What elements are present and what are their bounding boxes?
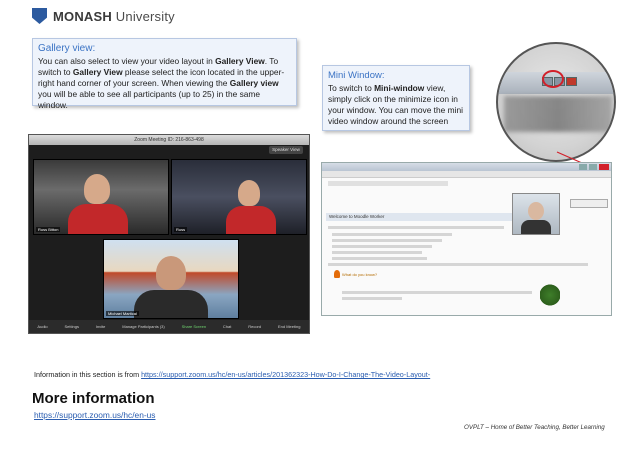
participant-name: Michael Martical <box>106 311 139 316</box>
gallery-callout-text: You can also select to view your video l… <box>38 56 285 110</box>
gallery-view-callout: Gallery view: You can also select to vie… <box>32 38 297 110</box>
zoom-gallery-screenshot: Zoom Meeting ID: 216-863-498 Speaker Vie… <box>28 134 310 334</box>
manage-participants-button[interactable]: Manage Participants (3) <box>122 324 164 329</box>
invite-button[interactable]: Invite <box>96 324 106 329</box>
text-line <box>328 226 504 229</box>
maximize-icon[interactable] <box>589 164 597 170</box>
moodle-welcome-heading: Welcome to Moodle Worker <box>326 213 512 221</box>
moodle-mini-window-screenshot: Welcome to Moodle Worker What do you kno… <box>321 162 612 316</box>
moodle-button[interactable] <box>570 199 608 208</box>
mini-window-callout: Mini Window: To switch to Mini-window vi… <box>322 65 470 131</box>
participant-tile: Russ <box>171 159 307 235</box>
participant-face <box>238 180 260 206</box>
browser-title-bar <box>322 163 611 171</box>
participant-face <box>528 202 544 220</box>
chat-button[interactable]: Chat <box>223 324 231 329</box>
moodle-breadcrumb <box>328 181 448 186</box>
minimize-icon-magnifier <box>496 42 616 162</box>
monash-logo: MONASH University <box>32 6 175 26</box>
participant-face <box>84 174 110 204</box>
participant-tile: Michael Martical <box>103 239 239 319</box>
participant-body <box>521 220 551 234</box>
participant-tile: Russ Bitton <box>33 159 169 235</box>
participant-name: Russ <box>174 227 188 232</box>
text-line <box>342 291 532 294</box>
mini-callout-title: Mini Window: <box>328 70 385 81</box>
logo-text: MONASH University <box>53 8 175 24</box>
share-screen-button[interactable]: Share Screen <box>182 324 206 329</box>
text-line <box>332 233 452 236</box>
participant-shirt <box>134 290 208 318</box>
participant-name: Russ Bitton <box>36 227 61 232</box>
text-line <box>332 245 432 248</box>
end-meeting-button[interactable]: End Meeting <box>278 324 300 329</box>
speaker-view-button[interactable]: Speaker View <box>269 146 303 154</box>
participant-shirt <box>226 206 276 234</box>
source-line: Information in this section is from http… <box>34 370 430 379</box>
text-line <box>332 239 442 242</box>
settings-button[interactable]: Settings <box>65 324 79 329</box>
gallery-callout-title: Gallery view: <box>38 43 96 54</box>
footer-note: OVPLT – Home of Better Teaching, Better … <box>464 424 605 431</box>
highlight-ring <box>542 70 564 88</box>
fire-icon <box>334 270 340 278</box>
participant-shirt <box>68 204 128 234</box>
zoom-toolbar: Audio Settings Invite Manage Participant… <box>29 320 309 333</box>
zoom-window-title: Zoom Meeting ID: 216-863-498 <box>29 135 309 145</box>
close-icon <box>566 77 577 86</box>
record-button[interactable]: Record <box>248 324 261 329</box>
more-information-link[interactable]: https://support.zoom.us/hc/en-us <box>34 410 156 420</box>
close-icon[interactable] <box>599 164 609 170</box>
participant-face <box>156 256 186 290</box>
audio-button[interactable]: Audio <box>37 324 47 329</box>
monash-crest-icon <box>32 8 47 24</box>
text-line <box>342 297 402 300</box>
minimize-icon[interactable] <box>579 164 587 170</box>
mini-video-window[interactable] <box>512 193 560 235</box>
text-line <box>332 257 427 260</box>
blurred-content <box>504 96 612 132</box>
source-prefix: Information in this section is from <box>34 370 142 379</box>
browser-nav-bar <box>322 171 611 178</box>
more-information-heading: More information <box>32 390 155 407</box>
source-link[interactable]: https://support.zoom.us/hc/en-us/article… <box>141 370 430 379</box>
text-line <box>328 263 588 266</box>
text-line <box>332 251 422 254</box>
tree-icon <box>540 281 560 309</box>
what-do-you-know-link[interactable]: What do you know? <box>342 272 377 277</box>
mini-callout-text: To switch to Mini-window view, simply cl… <box>328 83 464 126</box>
